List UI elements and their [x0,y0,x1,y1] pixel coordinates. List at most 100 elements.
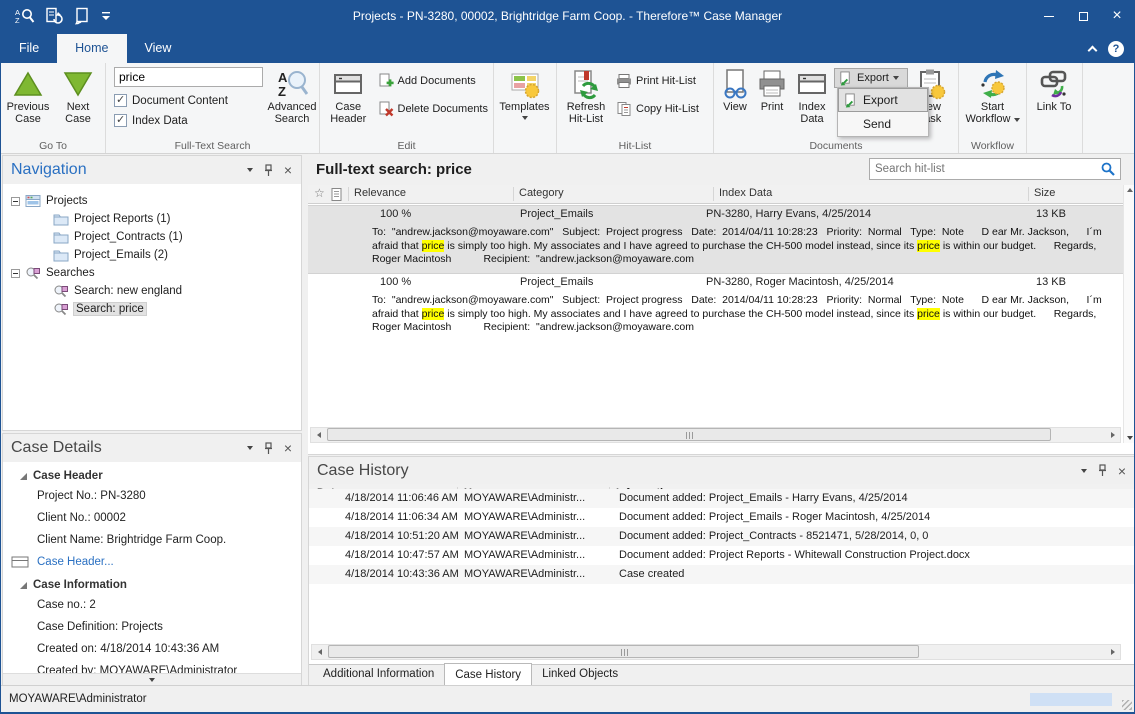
scroll-up-arrow[interactable] [1127,188,1133,192]
scroll-down-arrow[interactable] [1127,436,1133,440]
result-row[interactable]: 100 % Project_Emails PN-3280, Harry Evan… [308,206,1123,224]
refresh-hitlist-label: Refresh Hit-List [559,101,613,125]
close-panel-icon[interactable] [1118,463,1126,479]
case-header-button[interactable]: Case Header [322,65,375,125]
tab-additional-information[interactable]: Additional Information [313,665,444,686]
folder-icon [53,230,69,244]
copy-hitlist-button[interactable]: Copy Hit-List [613,99,702,119]
tab-linked-objects[interactable]: Linked Objects [532,665,628,686]
pin-icon[interactable] [1098,464,1107,477]
templates-icon [509,67,541,101]
view-button[interactable]: View [716,65,754,113]
hitlist-vertical-scrollbar[interactable] [1123,185,1135,443]
case-information-section[interactable]: Case Information [3,579,301,591]
pin-icon[interactable] [264,442,273,455]
tree-item-project-reports[interactable]: Project Reports (1) [3,210,299,228]
fulltext-query-input[interactable] [114,67,263,87]
star-column-icon [314,186,325,200]
case-header-section[interactable]: Case Header [3,470,301,482]
tree-item-project-contracts[interactable]: Project_Contracts (1) [3,228,299,246]
panel-menu-icon[interactable] [247,168,253,172]
scroll-right-arrow[interactable] [1105,428,1120,442]
expander-icon [20,582,27,589]
tree-item-search-new-england[interactable]: Search: new england [3,282,299,300]
hitlist-result-2[interactable]: 100 % Project_Emails PN-3280, Roger Maci… [308,274,1123,341]
close-panel-icon[interactable] [284,440,292,456]
hitlist-result-1[interactable]: 100 % Project_Emails PN-3280, Harry Evan… [308,205,1123,274]
history-row[interactable]: 4/18/2014 10:43:36 AM MOYAWARE\Administr… [309,565,1135,584]
tab-view[interactable]: View [127,34,190,63]
quick-search-icon[interactable]: AZ [15,7,35,25]
collapse-icon[interactable] [11,269,20,278]
menu-item-send[interactable]: Send [838,112,928,136]
advanced-search-button[interactable]: AZ Advanced Search [267,65,317,125]
refresh-hitlist-button[interactable]: Refresh Hit-List [559,65,613,125]
case-no-field: Case no.: 2 [3,599,301,611]
tab-case-history[interactable]: Case History [444,663,532,686]
search-icon[interactable] [1096,162,1120,176]
close-panel-icon[interactable] [284,162,292,178]
close-button[interactable] [1100,1,1134,31]
scrollbar-thumb[interactable] [327,428,1051,441]
panel-menu-icon[interactable] [247,446,253,450]
templates-button[interactable]: Templates [496,65,553,120]
history-row[interactable]: 4/18/2014 11:06:34 AM MOYAWARE\Administr… [309,508,1135,527]
column-index-data[interactable]: Index Data [719,187,772,199]
ribbon-group-linkto: Link To [1027,63,1083,153]
delete-documents-button[interactable]: Delete Documents [375,99,492,119]
case-history-horizontal-scrollbar[interactable] [311,644,1121,660]
tree-item-search-price[interactable]: Search: price [3,300,299,318]
scroll-left-arrow[interactable] [312,645,327,659]
refresh-document-icon[interactable] [45,7,63,25]
case-header-link-row[interactable]: Case Header... [3,556,301,568]
tree-item-project-emails[interactable]: Project_Emails (2) [3,246,299,264]
search-hitlist-input[interactable] [870,163,1096,175]
help-icon[interactable] [1108,41,1124,57]
panel-menu-icon[interactable] [1081,469,1087,473]
pin-icon[interactable] [264,164,273,177]
column-category[interactable]: Category [519,187,564,199]
history-row[interactable]: 4/18/2014 11:06:46 AM MOYAWARE\Administr… [309,489,1135,508]
tree-item-searches[interactable]: Searches [3,264,299,282]
column-size[interactable]: Size [1034,187,1055,199]
resize-grip[interactable] [1122,700,1132,710]
result-row[interactable]: 100 % Project_Emails PN-3280, Roger Maci… [308,274,1123,292]
hitlist-column-header[interactable]: Relevance Category Index Data Size [308,185,1123,204]
print-button[interactable]: Print [754,65,790,113]
history-row[interactable]: 4/18/2014 10:51:20 AM MOYAWARE\Administr… [309,527,1135,546]
print-hitlist-button[interactable]: Print Hit-List [613,71,702,91]
index-data-checkbox[interactable]: Index Data [114,114,263,127]
tab-home[interactable]: Home [57,34,126,63]
next-case-button[interactable]: Next Case [53,65,103,125]
menu-item-export[interactable]: Export [838,88,928,112]
scrollbar-thumb[interactable] [328,645,919,658]
export-button[interactable]: Export [834,68,908,88]
export-document-icon[interactable] [73,7,91,25]
index-data-button[interactable]: Index Data [790,65,834,125]
copy-hitlist-label: Copy Hit-List [636,103,699,115]
delete-documents-label: Delete Documents [398,103,489,115]
document-content-checkbox[interactable]: Document Content [114,94,263,107]
column-relevance[interactable]: Relevance [354,187,406,199]
start-workflow-button[interactable]: Start Workflow [961,65,1024,125]
tab-file[interactable]: File [1,34,57,63]
previous-case-button[interactable]: Previous Case [3,65,53,125]
qat-customize-icon[interactable] [101,11,111,21]
relevance-value: 100 % [380,208,411,220]
collapse-icon[interactable] [11,197,20,206]
link-to-button[interactable]: Link To [1029,65,1079,113]
hitlist-horizontal-scrollbar[interactable] [310,427,1121,443]
collapse-ribbon-icon[interactable] [1088,46,1098,56]
scroll-right-arrow[interactable] [1105,645,1120,659]
ribbon-group-edit: Case Header Add Documents Delete Documen… [320,63,494,153]
history-user: MOYAWARE\Administr... [464,511,585,523]
history-info: Case created [619,568,684,580]
tree-item-label: Project_Emails (2) [74,249,168,261]
add-documents-button[interactable]: Add Documents [375,71,492,91]
tree-item-projects[interactable]: Projects [3,192,299,210]
history-row[interactable]: 4/18/2014 10:47:57 AM MOYAWARE\Administr… [309,546,1135,565]
minimize-button[interactable] [1032,1,1066,31]
maximize-button[interactable] [1066,1,1100,31]
case-header-link[interactable]: Case Header... [37,556,114,568]
scroll-left-arrow[interactable] [311,428,326,442]
